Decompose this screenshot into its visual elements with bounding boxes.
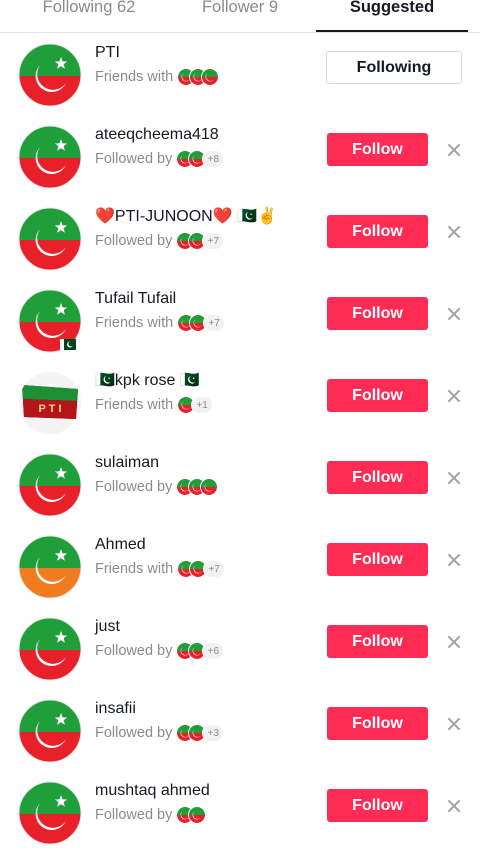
mutual-info: Followed by +6	[95, 640, 225, 662]
mutual-label: Followed by	[95, 233, 173, 249]
follow-button[interactable]: Follow	[327, 461, 428, 494]
tab-bar: Following 62 Follower 9 Suggested	[0, 0, 480, 33]
mutual-label: Friends with	[95, 69, 174, 85]
follow-button[interactable]: Follow	[327, 297, 428, 330]
mutual-info: Followed by	[95, 476, 219, 498]
mutual-info: Followed by +8	[95, 148, 225, 170]
mutual-avatars: +1	[177, 396, 214, 414]
account-name[interactable]: Tufail Tufail	[95, 289, 176, 309]
suggested-account-row[interactable]: ❤️PTI-JUNOON❤️ 🇵🇰✌️ Followed by +7 Follow	[0, 197, 480, 279]
dismiss-close-icon[interactable]	[444, 140, 464, 160]
svg-text:P T I: P T I	[38, 403, 61, 415]
mutual-avatars: +7	[176, 232, 225, 250]
account-name[interactable]: sulaiman	[95, 453, 159, 473]
dismiss-close-icon[interactable]	[444, 714, 464, 734]
follow-button[interactable]: Follow	[327, 379, 428, 412]
mutual-count-badge: +7	[202, 232, 225, 250]
account-name[interactable]: just	[95, 617, 120, 637]
mutual-label: Followed by	[95, 479, 173, 495]
avatar[interactable]	[18, 289, 82, 353]
suggested-account-row[interactable]: insafii Followed by +3 Follow	[0, 689, 480, 771]
follow-button[interactable]: Follow	[327, 707, 428, 740]
mutual-label: Friends with	[95, 315, 174, 331]
mutual-label: Followed by	[95, 807, 173, 823]
mutual-count-badge: +7	[203, 560, 226, 578]
mutual-count-badge: +6	[202, 642, 225, 660]
mutual-info: Friends with +7	[95, 312, 226, 334]
mutual-avatar	[201, 68, 220, 86]
avatar[interactable]	[18, 43, 82, 107]
mutual-info: Followed by +7	[95, 230, 225, 252]
suggested-account-row[interactable]: just Followed by +6 Follow	[0, 607, 480, 689]
suggested-account-row[interactable]: Ahmed Friends with +7 Follow	[0, 525, 480, 607]
account-name[interactable]: PTI	[95, 43, 120, 63]
mutual-label: Followed by	[95, 643, 173, 659]
suggested-account-row[interactable]: PTI Friends with Following	[0, 33, 480, 115]
suggested-account-row[interactable]: Tufail Tufail Friends with +7 Follow	[0, 279, 480, 361]
mutual-count-badge: +3	[202, 724, 225, 742]
mutual-info: Followed by	[95, 804, 207, 826]
follow-button[interactable]: Follow	[327, 543, 428, 576]
avatar[interactable]	[18, 453, 82, 517]
mutual-info: Followed by +3	[95, 722, 225, 744]
account-name[interactable]: ❤️PTI-JUNOON❤️ 🇵🇰✌️	[95, 207, 277, 227]
mutual-count-badge: +8	[202, 150, 225, 168]
mutual-avatars	[176, 806, 207, 824]
avatar[interactable]	[18, 781, 82, 845]
tab-follower[interactable]: Follower 9	[160, 0, 320, 32]
tab-suggested[interactable]: Suggested	[316, 0, 468, 32]
mutual-avatar	[200, 478, 219, 496]
dismiss-close-icon[interactable]	[444, 550, 464, 570]
mutual-count-badge: +1	[191, 396, 214, 414]
avatar[interactable]	[18, 699, 82, 763]
avatar[interactable]	[18, 617, 82, 681]
mutual-avatars	[177, 68, 220, 86]
dismiss-close-icon[interactable]	[444, 468, 464, 488]
avatar[interactable]	[18, 535, 82, 599]
follow-button[interactable]: Follow	[327, 133, 428, 166]
mutual-avatars: +7	[177, 314, 226, 332]
suggested-account-row[interactable]: sulaiman Followed by Follow	[0, 443, 480, 525]
mutual-avatars: +3	[176, 724, 225, 742]
mutual-avatars: +8	[176, 150, 225, 168]
account-name[interactable]: ateeqcheema418	[95, 125, 219, 145]
account-name[interactable]: Ahmed	[95, 535, 146, 555]
dismiss-close-icon[interactable]	[444, 386, 464, 406]
avatar[interactable]	[18, 125, 82, 189]
account-name[interactable]: 🇵🇰kpk rose 🇵🇰	[95, 371, 200, 391]
mutual-info: Friends with	[95, 66, 220, 88]
mutual-avatars	[176, 478, 219, 496]
follow-button[interactable]: Follow	[327, 625, 428, 658]
suggested-account-row[interactable]: mushtaq ahmed Followed by Follow	[0, 771, 480, 853]
avatar[interactable]	[18, 207, 82, 271]
follow-button[interactable]: Follow	[327, 789, 428, 822]
mutual-info: Friends with +7	[95, 558, 226, 580]
suggested-account-row[interactable]: P T I 🇵🇰kpk rose 🇵🇰 Friends with +1 Follow	[0, 361, 480, 443]
following-button[interactable]: Following	[326, 51, 462, 84]
account-name[interactable]: mushtaq ahmed	[95, 781, 210, 801]
dismiss-close-icon[interactable]	[444, 222, 464, 242]
mutual-label: Friends with	[95, 397, 174, 413]
dismiss-close-icon[interactable]	[444, 304, 464, 324]
avatar[interactable]: P T I	[18, 371, 82, 435]
mutual-avatars: +6	[176, 642, 225, 660]
suggested-account-row[interactable]: ateeqcheema418 Followed by +8 Follow	[0, 115, 480, 197]
mutual-avatars: +7	[177, 560, 226, 578]
mutual-label: Followed by	[95, 151, 173, 167]
mutual-label: Friends with	[95, 561, 174, 577]
tab-following[interactable]: Following 62	[0, 0, 178, 32]
active-tab-indicator	[316, 30, 468, 32]
pakistan-flag-icon	[60, 339, 76, 350]
account-name[interactable]: insafii	[95, 699, 136, 719]
mutual-info: Friends with +1	[95, 394, 214, 416]
dismiss-close-icon[interactable]	[444, 796, 464, 816]
dismiss-close-icon[interactable]	[444, 632, 464, 652]
mutual-label: Followed by	[95, 725, 173, 741]
mutual-avatar	[188, 806, 207, 824]
follow-button[interactable]: Follow	[327, 215, 428, 248]
mutual-count-badge: +7	[203, 314, 226, 332]
